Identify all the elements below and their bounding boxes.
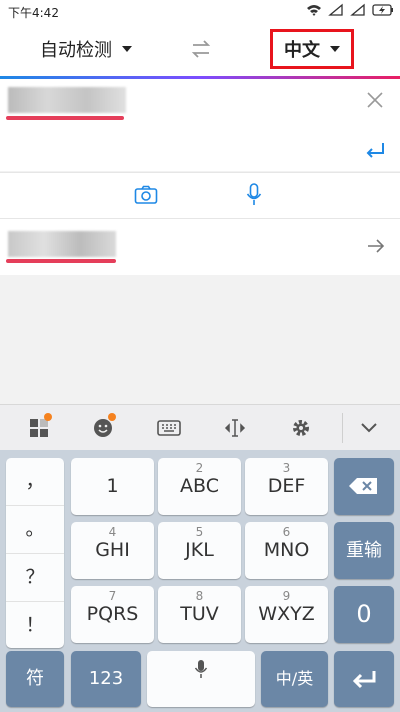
key-jkl[interactable]: 5 JKL <box>158 522 241 579</box>
enter-icon[interactable] <box>364 141 386 159</box>
emoji-button[interactable] <box>90 413 116 441</box>
backspace-key[interactable] <box>334 458 394 515</box>
grid-icon <box>30 419 48 437</box>
swap-languages-icon[interactable] <box>190 39 212 59</box>
redacted-result-text <box>8 231 116 257</box>
source-language-label: 自动检测 <box>40 40 112 61</box>
t9-keyboard: ， 。 ？ ！ 1 2 ABC 3 DEF 4 GHI 5 JKL 6 MNO … <box>0 450 400 712</box>
keyboard-icon <box>157 420 181 436</box>
chevron-down-icon <box>122 46 132 52</box>
cursor-move-button[interactable] <box>222 415 248 441</box>
microphone-icon[interactable] <box>246 183 262 207</box>
punctuation-key[interactable]: ？ <box>6 554 64 602</box>
space-key[interactable] <box>147 651 255 707</box>
status-icons <box>306 3 394 17</box>
redacted-input-text <box>8 87 126 113</box>
microphone-icon <box>194 660 208 678</box>
source-language-selector[interactable]: 自动检测 <box>40 22 132 76</box>
language-switch-key[interactable]: 中/英 <box>261 651 328 707</box>
key-ghi[interactable]: 4 GHI <box>71 522 154 579</box>
settings-button[interactable] <box>288 415 314 441</box>
key-abc[interactable]: 2 ABC <box>158 458 241 515</box>
gear-icon <box>293 420 309 436</box>
enter-icon <box>352 671 376 689</box>
signal-icon <box>328 3 343 16</box>
redaction-underline <box>6 259 116 263</box>
reenter-key[interactable]: 重输 <box>334 522 394 579</box>
enter-key[interactable] <box>334 651 394 707</box>
punctuation-key[interactable]: ， <box>6 458 64 506</box>
target-language-label: 中文 <box>284 40 320 61</box>
smiley-icon <box>94 419 112 437</box>
apps-menu-button[interactable] <box>26 413 52 441</box>
notification-dot <box>44 413 52 421</box>
status-bar: 下午4:42 <box>0 0 400 22</box>
backspace-icon <box>349 478 377 494</box>
arrow-right-icon[interactable] <box>366 237 386 255</box>
key-1[interactable]: 1 <box>71 458 154 515</box>
notification-dot <box>108 413 116 421</box>
key-tuv[interactable]: 8 TUV <box>158 586 241 643</box>
key-wxyz[interactable]: 9 WXYZ <box>245 586 328 643</box>
collapse-keyboard-button[interactable] <box>356 415 382 441</box>
translation-result-row[interactable] <box>0 218 400 275</box>
language-header: 自动检测 中文 <box>0 22 400 76</box>
punctuation-key[interactable]: 。 <box>6 506 64 554</box>
toolbar-divider <box>342 413 343 443</box>
key-0[interactable]: 0 <box>334 586 394 643</box>
camera-icon[interactable] <box>134 185 158 205</box>
punctuation-column[interactable]: ， 。 ？ ！ <box>6 458 64 648</box>
signal-icon-2 <box>350 3 365 16</box>
chevron-down-icon <box>361 423 377 433</box>
chevron-down-icon <box>330 46 340 52</box>
target-language-selector[interactable]: 中文 <box>270 29 354 69</box>
translation-input[interactable] <box>0 79 400 171</box>
close-icon[interactable] <box>366 91 384 109</box>
input-tools-row <box>0 172 400 218</box>
numbers-key[interactable]: 123 <box>71 651 141 707</box>
punctuation-key[interactable]: ！ <box>6 602 64 649</box>
text-cursor-icon <box>224 419 246 437</box>
redaction-underline <box>6 116 124 120</box>
key-def[interactable]: 3 DEF <box>245 458 328 515</box>
key-pqrs[interactable]: 7 PQRS <box>71 586 154 643</box>
symbols-key[interactable]: 符 <box>6 651 64 707</box>
status-time: 下午4:42 <box>8 6 59 20</box>
battery-charging-icon <box>372 4 393 16</box>
keyboard-toolbar <box>0 404 400 451</box>
key-mno[interactable]: 6 MNO <box>245 522 328 579</box>
wifi-icon <box>307 5 321 16</box>
keyboard-switch-button[interactable] <box>156 415 182 441</box>
